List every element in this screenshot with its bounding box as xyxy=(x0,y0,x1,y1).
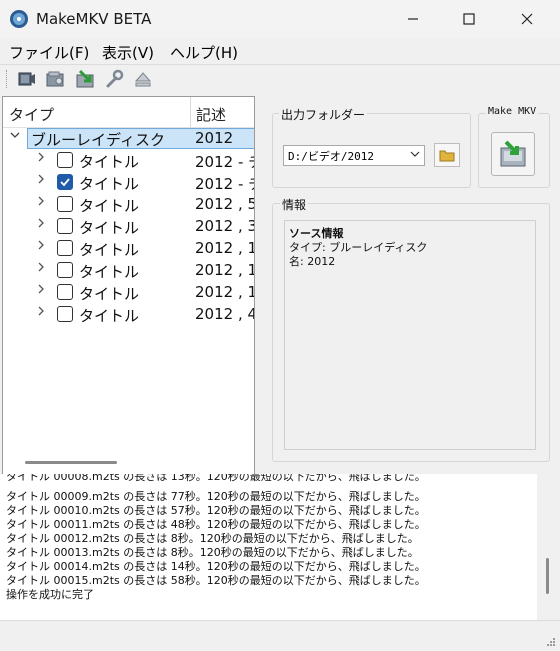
makemkv-title: Make MKV xyxy=(486,106,539,117)
chevron-right-icon[interactable] xyxy=(35,239,49,254)
window-title: MakeMKV BETA xyxy=(36,10,152,28)
minimize-button[interactable] xyxy=(390,0,436,38)
title-label: タイトル xyxy=(79,241,140,259)
title-checkbox[interactable] xyxy=(57,196,73,212)
title-desc: 2012 , 3. xyxy=(195,217,254,235)
log-scrollbar[interactable] xyxy=(546,558,549,594)
log-output[interactable]: タイトル 00008.m2ts の長さは 13秒。120秒の最短の以下だから、飛… xyxy=(0,474,537,620)
title-label: タイトル xyxy=(79,153,140,171)
open-disc-icon[interactable] xyxy=(44,68,68,90)
makemkv-app-icon xyxy=(9,9,29,29)
title-label: タイトル xyxy=(79,285,140,303)
title-desc: 2012 , 50 xyxy=(195,195,254,213)
col-header-type[interactable]: タイプ xyxy=(9,104,54,125)
title-label: タイトル xyxy=(79,175,140,193)
tree-row-title[interactable]: タイトル 2012 , 1. xyxy=(3,259,254,281)
menu-help[interactable]: ヘルプ(H) xyxy=(170,42,238,63)
info-title: 情報 xyxy=(280,196,309,213)
disc-desc: 2012 xyxy=(195,129,234,147)
info-line: 名: 2012 xyxy=(289,255,336,268)
title-checkbox[interactable] xyxy=(57,240,73,256)
disc-label: ブルーレイディスク xyxy=(31,131,165,149)
tree-row-title[interactable]: タイトル 2012 , 1. xyxy=(3,237,254,259)
resize-grip-icon[interactable] xyxy=(546,632,556,651)
chevron-right-icon[interactable] xyxy=(35,283,49,298)
chevron-right-icon[interactable] xyxy=(35,305,49,320)
title-checkbox[interactable] xyxy=(57,284,73,300)
chevron-right-icon[interactable] xyxy=(35,195,49,210)
backup-icon[interactable] xyxy=(73,68,97,90)
chevron-right-icon[interactable] xyxy=(35,217,49,232)
chevron-right-icon[interactable] xyxy=(35,173,49,188)
title-label: タイトル xyxy=(79,263,140,281)
title-label: タイトル xyxy=(79,307,140,325)
title-checkbox[interactable] xyxy=(57,306,73,322)
title-desc: 2012 , 1. xyxy=(195,261,254,279)
tree-row-disc[interactable]: ブルーレイディスク 2012 xyxy=(3,127,254,149)
title-label: タイトル xyxy=(79,197,140,215)
makemkv-button[interactable] xyxy=(491,132,535,176)
browse-folder-button[interactable] xyxy=(434,143,460,167)
col-header-desc[interactable]: 記述 xyxy=(196,104,226,125)
output-folder-select[interactable]: D:/ビデオ/2012 xyxy=(283,145,425,166)
tree-row-title[interactable]: タイトル 2012 , 50 xyxy=(3,193,254,215)
makemkv-icon xyxy=(500,140,526,167)
open-file-icon[interactable] xyxy=(15,68,39,90)
title-checkbox[interactable] xyxy=(57,218,73,234)
chevron-down-icon[interactable] xyxy=(9,129,23,144)
tree-header: タイプ 記述 xyxy=(3,97,254,128)
folder-icon xyxy=(439,150,455,162)
status-bar xyxy=(0,620,560,646)
tree-row-title[interactable]: タイトル 2012 - チ xyxy=(3,171,254,193)
maximize-button[interactable] xyxy=(446,0,492,38)
tree-row-title[interactable]: タイトル 2012 - チ xyxy=(3,149,254,171)
title-tree[interactable]: タイプ 記述 ブルーレイディスク 2012 タイトル 2012 - チ タイトル… xyxy=(2,96,255,476)
settings-wrench-icon[interactable] xyxy=(102,68,126,90)
chevron-right-icon[interactable] xyxy=(35,151,49,166)
title-desc: 2012 , 45 xyxy=(195,305,254,323)
horizontal-scrollbar[interactable] xyxy=(25,461,117,464)
header-divider xyxy=(190,97,191,127)
title-checkbox[interactable] xyxy=(57,152,73,168)
menu-view[interactable]: 表示(V) xyxy=(102,42,154,63)
title-checkbox[interactable] xyxy=(57,262,73,278)
output-folder-value: D:/ビデオ/2012 xyxy=(288,150,374,163)
close-button[interactable] xyxy=(504,0,550,38)
log-line: タイトル 00008.m2ts の長さは 13秒。120秒の最短の以下だから、飛… xyxy=(6,474,426,483)
tree-row-title[interactable]: タイトル 2012 , 3. xyxy=(3,215,254,237)
title-desc: 2012 , 1. xyxy=(195,283,254,301)
toolbar-grip xyxy=(6,70,9,88)
title-desc: 2012 - チ xyxy=(195,175,254,193)
title-label: タイトル xyxy=(79,219,140,237)
title-checkbox[interactable] xyxy=(57,174,73,190)
tree-row-title[interactable]: タイトル 2012 , 1. xyxy=(3,281,254,303)
eject-icon[interactable] xyxy=(131,68,155,90)
menu-file[interactable]: ファイル(F) xyxy=(9,42,89,63)
chevron-down-icon xyxy=(410,149,420,162)
output-folder-title: 出力フォルダー xyxy=(279,106,368,123)
chevron-right-icon[interactable] xyxy=(35,261,49,276)
tree-row-title[interactable]: タイトル 2012 , 45 xyxy=(3,303,254,325)
log-line: 操作を成功に完了 xyxy=(6,588,94,601)
title-desc: 2012 - チ xyxy=(195,153,254,171)
title-desc: 2012 , 1. xyxy=(195,239,254,257)
info-panel: ソース情報 タイプ: ブルーレイディスク 名: 2012 xyxy=(284,220,536,450)
